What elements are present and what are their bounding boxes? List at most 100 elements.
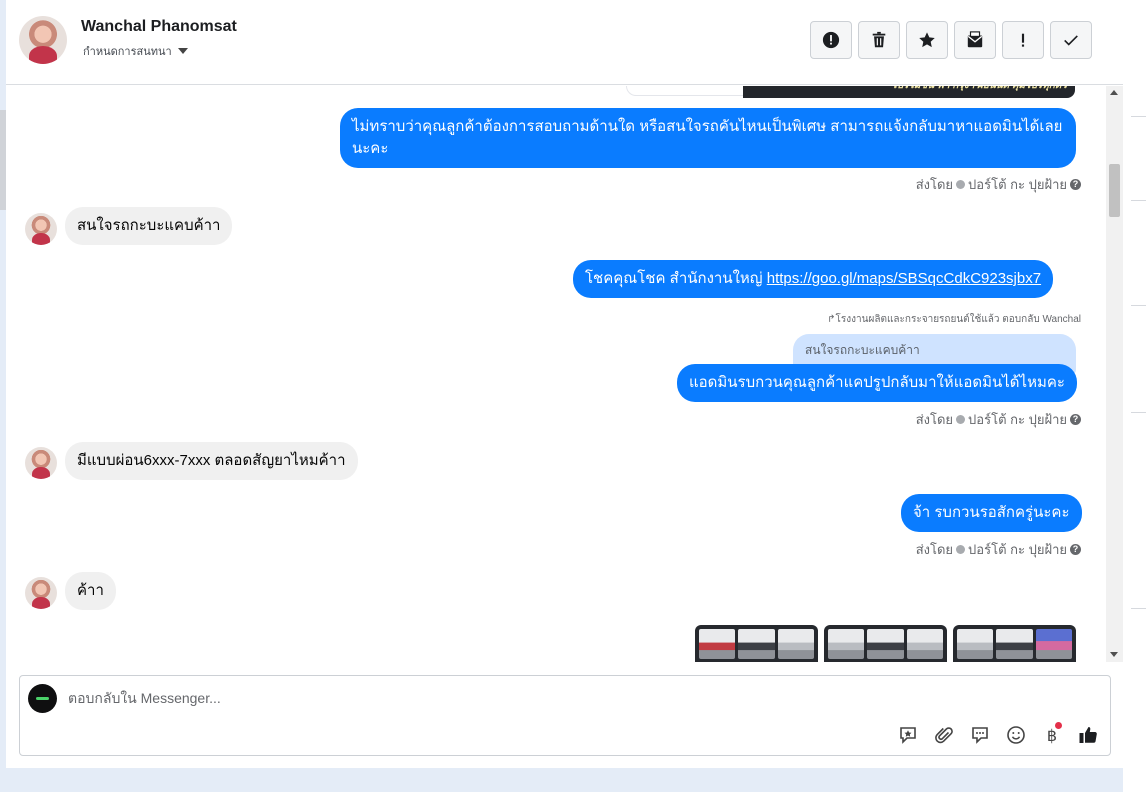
- alert-circle-icon: [822, 31, 840, 49]
- message-scrollbar[interactable]: [1106, 86, 1123, 662]
- verified-dot-icon: [956, 545, 966, 554]
- exclamation-icon: [1021, 33, 1025, 47]
- image-caption: โปรโมชั่น ฟ้า กรุงฯ ผ่อนนิด คุ้มโปรทุกตั…: [743, 86, 1075, 98]
- verified-dot-icon: [956, 180, 966, 189]
- message-text: สนใจรถกะบะแคบค้าา: [77, 217, 221, 234]
- scroll-thumb[interactable]: [1109, 164, 1120, 217]
- reply-input[interactable]: [68, 688, 848, 708]
- car-image: [867, 629, 904, 659]
- car-image: [777, 629, 814, 659]
- mark-unread-button[interactable]: [954, 21, 996, 59]
- like-icon: [1079, 727, 1097, 743]
- car-image: [828, 629, 865, 659]
- spam-button[interactable]: [810, 21, 852, 59]
- image-attachments: [695, 625, 1076, 662]
- scroll-down-arrow-icon[interactable]: [1110, 652, 1118, 657]
- conversation-header: Wanchal Phanomsat กำหนดการสนทนา: [6, 0, 1123, 85]
- star-icon: [919, 32, 935, 48]
- assign-label: กำหนดการสนทนา: [83, 46, 172, 58]
- mark-unread-icon: [967, 31, 983, 48]
- message-text: จ้า รบกวนรอสักครู่นะคะ: [913, 504, 1070, 521]
- verified-dot-icon: [956, 415, 966, 424]
- message-outgoing[interactable]: ไม่ทราบว่าคุณลูกค้าต้องการสอบถามด้านใด ห…: [340, 108, 1076, 168]
- contact-avatar[interactable]: [19, 16, 67, 64]
- saved-reply-button[interactable]: [896, 723, 920, 747]
- scroll-up-arrow-icon[interactable]: [1110, 90, 1118, 95]
- conversation-panel: Wanchal Phanomsat กำหนดการสนทนา ไม่ทราบว…: [6, 0, 1123, 768]
- message-text: โชคคุณโชค สำนักงานใหญ่: [585, 270, 767, 287]
- flag-button[interactable]: [1002, 21, 1044, 59]
- message-incoming[interactable]: ค้าา: [65, 572, 116, 610]
- chat-bubble-icon: [972, 727, 988, 744]
- delete-button[interactable]: [858, 21, 900, 59]
- notification-dot: [1055, 722, 1062, 729]
- message-text: ค้าา: [77, 582, 104, 599]
- right-edge-panel: [1123, 0, 1146, 792]
- star-button[interactable]: [906, 21, 948, 59]
- composer-tools: ฿: [896, 722, 1100, 747]
- divider: [1131, 116, 1146, 117]
- sent-by-label: ส่งโดย: [915, 412, 954, 427]
- car-image: [699, 629, 736, 659]
- contact-avatar-small[interactable]: [25, 447, 57, 479]
- like-button[interactable]: [1076, 723, 1100, 747]
- sender-name: ปอร์โต้ กะ ปุยฝ้าย: [968, 177, 1067, 192]
- reply-arrow-icon: ↱: [827, 314, 836, 325]
- car-image: [1035, 629, 1072, 659]
- message-text: ไม่ทราบว่าคุณลูกค้าต้องการสอบถามด้านใด ห…: [352, 118, 1063, 157]
- image-attachment[interactable]: [824, 625, 947, 662]
- reply-note: ↱โรงงานผลิตและกระจายรถยนต์ใช้แล้ว ตอบกลั…: [827, 312, 1081, 327]
- car-image: [906, 629, 943, 659]
- image-attachment[interactable]: [695, 625, 818, 662]
- help-icon[interactable]: ?: [1070, 414, 1081, 425]
- message-text: มีแบบผ่อน6xxx-7xxx ตลอดสัญยาไหมค้าา: [77, 452, 346, 469]
- emoji-icon: [1007, 726, 1025, 744]
- message-outgoing[interactable]: โชคคุณโชค สำนักงานใหญ่ https://goo.gl/ma…: [573, 260, 1054, 298]
- divider: [1131, 200, 1146, 201]
- page-avatar: [28, 684, 57, 713]
- sent-by-meta: ส่งโดย ปอร์โต้ กะ ปุยฝ้าย ?: [916, 539, 1081, 560]
- saved-reply-icon: [900, 727, 916, 744]
- message-outgoing[interactable]: แอดมินรบกวนคุณลูกค้าแคปรูปกลับมาให้แอดมิ…: [677, 364, 1077, 402]
- reply-note-text: โรงงานผลิตและกระจายรถยนต์ใช้แล้ว ตอบกลับ…: [835, 314, 1081, 325]
- image-attachment[interactable]: [953, 625, 1076, 662]
- map-link[interactable]: https://goo.gl/maps/SBSqcCdkC923sjbx7: [767, 270, 1041, 287]
- emoji-button[interactable]: [1004, 723, 1028, 747]
- contact-name[interactable]: Wanchal Phanomsat: [81, 18, 237, 36]
- payment-button[interactable]: ฿: [1040, 722, 1064, 747]
- divider: [1131, 608, 1146, 609]
- assign-conversation-dropdown[interactable]: กำหนดการสนทนา: [83, 42, 188, 60]
- sent-by-label: ส่งโดย: [915, 542, 954, 557]
- reply-composer: ฿: [19, 675, 1111, 756]
- attach-button[interactable]: [932, 723, 956, 747]
- message-list[interactable]: โปรโมชั่น ฟ้า กรุงฯ ผ่อนนิด คุ้มโปรทุกตั…: [6, 86, 1106, 662]
- header-actions: [810, 21, 1092, 59]
- help-icon[interactable]: ?: [1070, 544, 1081, 555]
- message-incoming[interactable]: มีแบบผ่อน6xxx-7xxx ตลอดสัญยาไหมค้าา: [65, 442, 358, 480]
- contact-avatar-small[interactable]: [25, 577, 57, 609]
- divider: [1131, 305, 1146, 306]
- car-image: [738, 629, 775, 659]
- sender-name: ปอร์โต้ กะ ปุยฝ้าย: [968, 412, 1067, 427]
- message-outgoing[interactable]: จ้า รบกวนรอสักครู่นะคะ: [901, 494, 1082, 532]
- message-text: แอดมินรบกวนคุณลูกค้าแคปรูปกลับมาให้แอดมิ…: [689, 374, 1065, 391]
- message-incoming[interactable]: สนใจรถกะบะแคบค้าา: [65, 207, 233, 245]
- divider: [1131, 412, 1146, 413]
- help-icon[interactable]: ?: [1070, 179, 1081, 190]
- sender-name: ปอร์โต้ กะ ปุยฝ้าย: [968, 542, 1067, 557]
- contact-avatar-small[interactable]: [25, 213, 57, 245]
- quick-replies-button[interactable]: [968, 723, 992, 747]
- sent-by-label: ส่งโดย: [915, 177, 954, 192]
- quoted-text: สนใจรถกะบะแคบค้าา: [805, 343, 920, 357]
- car-image: [957, 629, 994, 659]
- mark-done-button[interactable]: [1050, 21, 1092, 59]
- sent-by-meta: ส่งโดย ปอร์โต้ กะ ปุยฝ้าย ?: [916, 174, 1081, 195]
- attachment-icon: [935, 727, 953, 744]
- car-image: [996, 629, 1033, 659]
- image-card-left: [626, 86, 746, 96]
- sent-by-meta: ส่งโดย ปอร์โต้ กะ ปุยฝ้าย ?: [916, 409, 1081, 430]
- caret-down-icon: [177, 48, 188, 54]
- image-attachment-partial[interactable]: โปรโมชั่น ฟ้า กรุงฯ ผ่อนนิด คุ้มโปรทุกตั…: [626, 86, 1075, 98]
- check-icon: [1064, 35, 1078, 46]
- trash-icon: [872, 31, 886, 48]
